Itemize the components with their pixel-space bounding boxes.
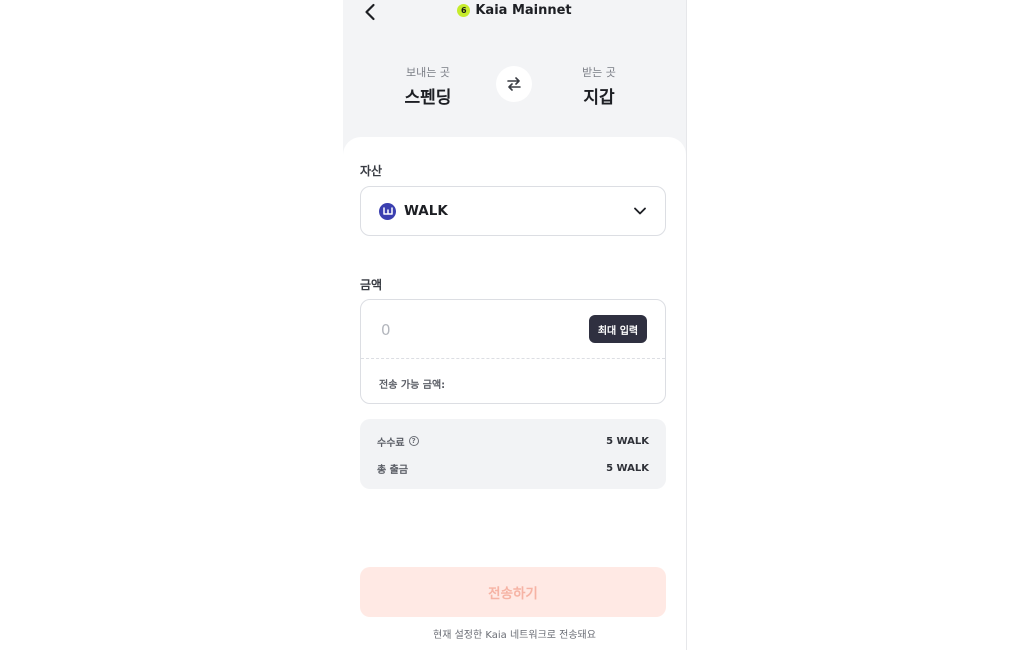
fee-label: 수수료 — [377, 437, 405, 449]
route-to: 받는 곳 지갑 — [544, 64, 654, 108]
fee-value: 5 WALK — [606, 435, 649, 447]
app-screen: 6 Kaia Mainnet 보내는 곳 스펜딩 받는 곳 지갑 자산 WALK… — [343, 0, 687, 650]
network-label: Kaia Mainnet — [475, 3, 572, 18]
kaia-network-icon: 6 — [457, 4, 471, 17]
amount-input[interactable] — [379, 314, 573, 346]
transfer-form: 자산 WALK 금액 최대 입력 전송 가능 금액: 수수료 ? 5 WALK — [343, 137, 686, 650]
send-button[interactable]: 전송하기 — [360, 567, 666, 617]
total-label: 총 출금 — [377, 464, 409, 476]
from-caption: 보내는 곳 — [406, 66, 450, 79]
top-bar: 6 Kaia Mainnet — [343, 0, 686, 26]
chevron-down-icon — [634, 207, 646, 215]
divider — [361, 358, 665, 359]
help-icon[interactable]: ? — [408, 436, 419, 446]
asset-label: 자산 — [360, 164, 383, 178]
max-amount-button[interactable]: 최대 입력 — [589, 315, 647, 343]
amount-box: 최대 입력 전송 가능 금액: — [360, 299, 666, 404]
walk-token-icon — [379, 202, 396, 220]
total-value: 5 WALK — [606, 462, 649, 474]
fee-summary: 수수료 ? 5 WALK 총 출금 5 WALK — [360, 419, 666, 489]
total-row: 총 출금 5 WALK — [377, 460, 649, 476]
network-indicator: 6 Kaia Mainnet — [343, 3, 686, 18]
swap-direction-button[interactable] — [496, 66, 532, 102]
route-from: 보내는 곳 스펜딩 — [373, 64, 483, 108]
available-amount: 전송 가능 금액: — [379, 380, 446, 391]
transfer-route: 보내는 곳 스펜딩 받는 곳 지갑 — [343, 60, 686, 120]
amount-label: 금액 — [360, 278, 383, 292]
fee-row: 수수료 ? 5 WALK — [377, 433, 649, 449]
to-caption: 받는 곳 — [582, 66, 616, 79]
asset-dropdown[interactable]: WALK — [360, 186, 666, 236]
swap-arrows-icon — [507, 77, 521, 91]
from-value: 스펜딩 — [404, 88, 452, 108]
to-value: 지갑 — [583, 88, 615, 108]
selected-asset: WALK — [404, 203, 448, 219]
network-note: 현재 설정한 Kaia 네트워크로 전송돼요 — [433, 630, 596, 641]
